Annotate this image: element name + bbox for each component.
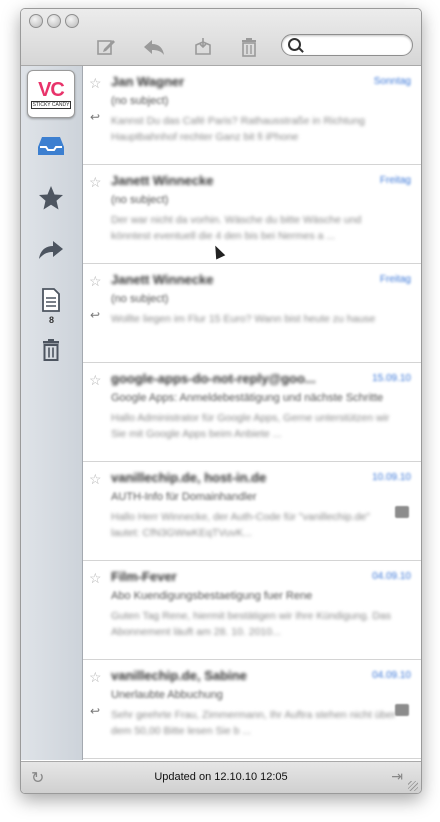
message-sender: Janett Winnecke: [111, 173, 214, 188]
star-toggle-icon[interactable]: ☆: [89, 570, 102, 587]
replied-icon: ↩: [90, 704, 101, 718]
message-date: 04.09.10: [372, 670, 411, 681]
document-icon: [42, 288, 60, 312]
message-date: Freitag: [379, 274, 411, 285]
reply-button[interactable]: [142, 36, 166, 58]
sidebar-item-drafts[interactable]: [35, 286, 67, 314]
message-sender: Janett Winnecke: [111, 272, 214, 287]
message-subject: (no subject): [111, 194, 169, 206]
sidebar: VC STICKY CANDY 8: [21, 66, 83, 760]
message-row[interactable]: ☆ ↩ Jan Wagner Sonntag (no subject) Kann…: [83, 66, 421, 165]
app-window: VC STICKY CANDY 8 ☆ ↩ Jan Wagner Sonntag…: [20, 8, 422, 794]
message-preview: Hallo Administrator für Google Apps, Ger…: [111, 412, 390, 440]
star-icon: [39, 186, 63, 210]
message-row[interactable]: ☆ ↩ vanillechip.de, Sabine 04.09.10 Uner…: [83, 660, 421, 759]
status-text: Updated on 12.10.10 12:05: [154, 771, 288, 783]
compose-button[interactable]: [94, 36, 118, 58]
search-input[interactable]: [304, 36, 408, 54]
sidebar-item-starred[interactable]: [35, 184, 67, 212]
message-subject: (no subject): [111, 293, 169, 305]
compose-icon: [97, 40, 115, 55]
message-preview: Der war nicht da vorhin. Wäsche du bitte…: [111, 214, 362, 242]
avatar-subtext: STICKY CANDY: [30, 100, 72, 109]
sidebar-item-trash[interactable]: [35, 336, 67, 364]
trash-icon: [43, 339, 59, 361]
star-toggle-icon[interactable]: ☆: [89, 174, 102, 191]
delete-button[interactable]: [237, 36, 261, 58]
avatar-text: VC: [38, 78, 65, 101]
archive-icon: [195, 38, 211, 55]
drafts-count-badge: 8: [48, 315, 54, 325]
window-zoom-icon[interactable]: [65, 14, 79, 28]
message-preview: Guten Tag Rene, hiermit bestätigen wir I…: [111, 610, 391, 638]
status-bar: ↻ Updated on 12.10.10 12:05 ⇥: [21, 761, 421, 793]
message-sender: Film-Fever: [111, 569, 177, 584]
star-toggle-icon[interactable]: ☆: [89, 372, 102, 389]
message-preview: Sehr geehrte Frau, Zimmermann, Ihr Auftr…: [111, 709, 396, 737]
message-subject: AUTH-Info für Domainhandler: [111, 491, 257, 503]
sidebar-item-sent[interactable]: [35, 236, 67, 264]
message-date: Freitag: [379, 175, 411, 186]
message-date: 04.09.10: [372, 571, 411, 582]
forward-arrow-icon: [39, 241, 63, 259]
logout-icon[interactable]: ⇥: [391, 768, 403, 785]
message-row[interactable]: ☆ ↩ Janett Winnecke Freitag (no subject)…: [83, 264, 421, 363]
reply-icon: [144, 40, 164, 55]
trash-icon: [242, 38, 256, 57]
attachment-icon: [395, 506, 409, 518]
message-subject: Abo Kuendigungsbestaetigung fuer Rene: [111, 590, 313, 602]
message-subject: (no subject): [111, 95, 169, 107]
toolbar: [21, 9, 421, 66]
message-preview: Hallo Herr Winnecke, der Auth-Code für "…: [111, 511, 370, 539]
message-date: 15.09.10: [372, 373, 411, 384]
message-list: ☆ ↩ Jan Wagner Sonntag (no subject) Kann…: [83, 66, 421, 760]
star-toggle-icon[interactable]: ☆: [89, 273, 102, 290]
window-minimize-icon[interactable]: [47, 14, 61, 28]
archive-button[interactable]: [191, 36, 215, 58]
replied-icon: ↩: [90, 308, 101, 322]
search-icon: [288, 38, 301, 51]
message-sender: google-apps-do-not-reply@goo...: [111, 371, 316, 386]
message-row[interactable]: ☆ vanillechip.de, host-in.de 10.09.10 AU…: [83, 462, 421, 561]
resize-grip[interactable]: [408, 781, 418, 791]
message-subject: Google Apps: Anmeldebestätigung und näch…: [111, 392, 384, 404]
message-preview: Wollte liegen im Flur 15 Euro? Wann bist…: [111, 313, 376, 325]
inbox-icon: [38, 137, 64, 155]
star-toggle-icon[interactable]: ☆: [89, 75, 102, 92]
star-toggle-icon[interactable]: ☆: [89, 471, 102, 488]
star-toggle-icon[interactable]: ☆: [89, 669, 102, 686]
message-date: Sonntag: [373, 76, 411, 87]
sidebar-item-inbox[interactable]: [35, 132, 67, 160]
window-close-icon[interactable]: [29, 14, 43, 28]
account-avatar[interactable]: VC STICKY CANDY: [27, 70, 75, 118]
replied-icon: ↩: [90, 110, 101, 124]
attachment-icon: [395, 704, 409, 716]
message-row[interactable]: ☆ Janett Winnecke Freitag (no subject) D…: [83, 165, 421, 264]
message-sender: Jan Wagner: [111, 74, 185, 89]
message-subject: Unerlaubte Abbuchung: [111, 689, 223, 701]
message-row[interactable]: ☆ Film-Fever 04.09.10 Abo Kuendigungsbes…: [83, 561, 421, 660]
search-field[interactable]: [281, 34, 413, 56]
message-sender: vanillechip.de, host-in.de: [111, 470, 267, 485]
message-sender: vanillechip.de, Sabine: [111, 668, 247, 683]
message-date: 10.09.10: [372, 472, 411, 483]
message-row[interactable]: ☆ google-apps-do-not-reply@goo... 15.09.…: [83, 363, 421, 462]
message-preview: Kannst Du das Café Paris? Rathausstraße …: [111, 115, 365, 143]
